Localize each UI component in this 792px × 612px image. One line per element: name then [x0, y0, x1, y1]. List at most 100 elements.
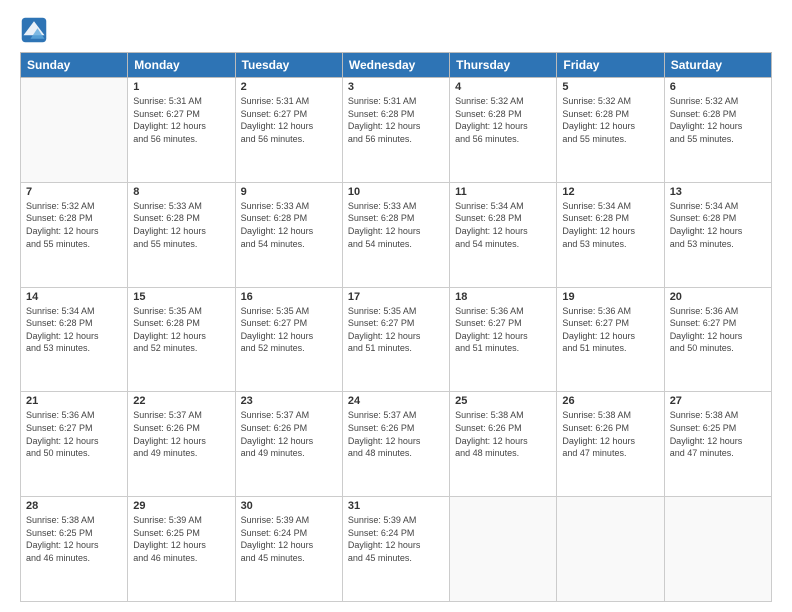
- col-header-saturday: Saturday: [664, 53, 771, 78]
- day-cell: 27 Sunrise: 5:38 AM Sunset: 6:25 PM Dayli…: [664, 392, 771, 497]
- day-info: Sunrise: 5:39 AM Sunset: 6:24 PM Dayligh…: [348, 514, 444, 564]
- day-cell: 6 Sunrise: 5:32 AM Sunset: 6:28 PM Daylig…: [664, 78, 771, 183]
- day-cell: 21Sunrise: 5:36 AM Sunset: 6:27 PM Dayli…: [21, 392, 128, 497]
- day-cell: 22Sunrise: 5:37 AM Sunset: 6:26 PM Dayli…: [128, 392, 235, 497]
- day-info: Sunrise: 5:34 AM Sunset: 6:28 PM Dayligh…: [670, 200, 766, 250]
- day-cell: [450, 497, 557, 602]
- day-info: Sunrise: 5:36 AM Sunset: 6:27 PM Dayligh…: [670, 305, 766, 355]
- day-number: 17: [348, 291, 444, 303]
- day-cell: 12 Sunrise: 5:34 AM Sunset: 6:28 PM Dayli…: [557, 182, 664, 287]
- col-header-thursday: Thursday: [450, 53, 557, 78]
- day-number: 30: [241, 500, 337, 512]
- col-header-wednesday: Wednesday: [342, 53, 449, 78]
- day-cell: 30 Sunrise: 5:39 AM Sunset: 6:24 PM Dayli…: [235, 497, 342, 602]
- day-cell: 19Sunrise: 5:36 AM Sunset: 6:27 PM Dayli…: [557, 287, 664, 392]
- day-cell: 28 Sunrise: 5:38 AM Sunset: 6:25 PM Dayli…: [21, 497, 128, 602]
- day-info: Sunrise: 5:31 AM Sunset: 6:28 PM Dayligh…: [348, 95, 444, 145]
- day-info: Sunrise: 5:38 AM Sunset: 6:26 PM Dayligh…: [562, 409, 658, 459]
- day-number: 7: [26, 186, 122, 198]
- day-number: 18: [455, 291, 551, 303]
- day-info: Sunrise: 5:36 AM Sunset: 6:27 PM Dayligh…: [455, 305, 551, 355]
- day-cell: 3 Sunrise: 5:31 AM Sunset: 6:28 PM Daylig…: [342, 78, 449, 183]
- col-header-friday: Friday: [557, 53, 664, 78]
- day-info: Sunrise: 5:34 AM Sunset: 6:28 PM Dayligh…: [26, 305, 122, 355]
- day-number: 4: [455, 81, 551, 93]
- day-number: 24: [348, 395, 444, 407]
- day-number: 27: [670, 395, 766, 407]
- day-number: 20: [670, 291, 766, 303]
- day-number: 23: [241, 395, 337, 407]
- day-info: Sunrise: 5:39 AM Sunset: 6:25 PM Dayligh…: [133, 514, 229, 564]
- day-info: Sunrise: 5:38 AM Sunset: 6:25 PM Dayligh…: [670, 409, 766, 459]
- day-info: Sunrise: 5:33 AM Sunset: 6:28 PM Dayligh…: [133, 200, 229, 250]
- day-cell: 26Sunrise: 5:38 AM Sunset: 6:26 PM Dayli…: [557, 392, 664, 497]
- day-cell: 1Sunrise: 5:31 AM Sunset: 6:27 PM Daylig…: [128, 78, 235, 183]
- day-cell: [557, 497, 664, 602]
- day-cell: 17 Sunrise: 5:35 AM Sunset: 6:27 PM Dayli…: [342, 287, 449, 392]
- day-cell: 10 Sunrise: 5:33 AM Sunset: 6:28 PM Dayli…: [342, 182, 449, 287]
- day-cell: 20 Sunrise: 5:36 AM Sunset: 6:27 PM Dayli…: [664, 287, 771, 392]
- day-number: 15: [133, 291, 229, 303]
- day-cell: 4Sunrise: 5:32 AM Sunset: 6:28 PM Daylig…: [450, 78, 557, 183]
- day-number: 2: [241, 81, 337, 93]
- day-cell: 14 Sunrise: 5:34 AM Sunset: 6:28 PM Dayli…: [21, 287, 128, 392]
- day-cell: 29 Sunrise: 5:39 AM Sunset: 6:25 PM Dayli…: [128, 497, 235, 602]
- day-info: Sunrise: 5:32 AM Sunset: 6:28 PM Dayligh…: [562, 95, 658, 145]
- day-info: Sunrise: 5:37 AM Sunset: 6:26 PM Dayligh…: [133, 409, 229, 459]
- day-number: 3: [348, 81, 444, 93]
- day-number: 31: [348, 500, 444, 512]
- day-number: 12: [562, 186, 658, 198]
- day-number: 8: [133, 186, 229, 198]
- day-cell: 9 Sunrise: 5:33 AM Sunset: 6:28 PM Daylig…: [235, 182, 342, 287]
- day-cell: 13 Sunrise: 5:34 AM Sunset: 6:28 PM Dayli…: [664, 182, 771, 287]
- week-row-5: 28 Sunrise: 5:38 AM Sunset: 6:25 PM Dayli…: [21, 497, 772, 602]
- day-number: 29: [133, 500, 229, 512]
- day-cell: 5 Sunrise: 5:32 AM Sunset: 6:28 PM Daylig…: [557, 78, 664, 183]
- day-cell: 25Sunrise: 5:38 AM Sunset: 6:26 PM Dayli…: [450, 392, 557, 497]
- day-info: Sunrise: 5:35 AM Sunset: 6:27 PM Dayligh…: [348, 305, 444, 355]
- calendar: SundayMondayTuesdayWednesdayThursdayFrid…: [20, 52, 772, 602]
- day-info: Sunrise: 5:31 AM Sunset: 6:27 PM Dayligh…: [241, 95, 337, 145]
- day-number: 10: [348, 186, 444, 198]
- day-cell: 24 Sunrise: 5:37 AM Sunset: 6:26 PM Dayli…: [342, 392, 449, 497]
- day-cell: 31 Sunrise: 5:39 AM Sunset: 6:24 PM Dayli…: [342, 497, 449, 602]
- week-row-4: 21Sunrise: 5:36 AM Sunset: 6:27 PM Dayli…: [21, 392, 772, 497]
- day-info: Sunrise: 5:35 AM Sunset: 6:27 PM Dayligh…: [241, 305, 337, 355]
- day-cell: [21, 78, 128, 183]
- day-number: 6: [670, 81, 766, 93]
- day-info: Sunrise: 5:34 AM Sunset: 6:28 PM Dayligh…: [562, 200, 658, 250]
- day-number: 21: [26, 395, 122, 407]
- day-info: Sunrise: 5:32 AM Sunset: 6:28 PM Dayligh…: [670, 95, 766, 145]
- day-cell: 16 Sunrise: 5:35 AM Sunset: 6:27 PM Dayli…: [235, 287, 342, 392]
- day-info: Sunrise: 5:35 AM Sunset: 6:28 PM Dayligh…: [133, 305, 229, 355]
- col-header-monday: Monday: [128, 53, 235, 78]
- day-cell: 23Sunrise: 5:37 AM Sunset: 6:26 PM Dayli…: [235, 392, 342, 497]
- day-info: Sunrise: 5:34 AM Sunset: 6:28 PM Dayligh…: [455, 200, 551, 250]
- day-number: 14: [26, 291, 122, 303]
- week-row-2: 7 Sunrise: 5:32 AM Sunset: 6:28 PM Daylig…: [21, 182, 772, 287]
- day-number: 28: [26, 500, 122, 512]
- day-info: Sunrise: 5:31 AM Sunset: 6:27 PM Dayligh…: [133, 95, 229, 145]
- day-number: 5: [562, 81, 658, 93]
- day-number: 13: [670, 186, 766, 198]
- day-number: 25: [455, 395, 551, 407]
- header-row: SundayMondayTuesdayWednesdayThursdayFrid…: [21, 53, 772, 78]
- day-info: Sunrise: 5:33 AM Sunset: 6:28 PM Dayligh…: [241, 200, 337, 250]
- day-cell: 15 Sunrise: 5:35 AM Sunset: 6:28 PM Dayli…: [128, 287, 235, 392]
- week-row-1: 1Sunrise: 5:31 AM Sunset: 6:27 PM Daylig…: [21, 78, 772, 183]
- day-number: 9: [241, 186, 337, 198]
- day-info: Sunrise: 5:39 AM Sunset: 6:24 PM Dayligh…: [241, 514, 337, 564]
- day-number: 19: [562, 291, 658, 303]
- page: SundayMondayTuesdayWednesdayThursdayFrid…: [0, 0, 792, 612]
- day-info: Sunrise: 5:33 AM Sunset: 6:28 PM Dayligh…: [348, 200, 444, 250]
- day-cell: 18 Sunrise: 5:36 AM Sunset: 6:27 PM Dayli…: [450, 287, 557, 392]
- day-info: Sunrise: 5:38 AM Sunset: 6:25 PM Dayligh…: [26, 514, 122, 564]
- day-cell: 2 Sunrise: 5:31 AM Sunset: 6:27 PM Daylig…: [235, 78, 342, 183]
- col-header-tuesday: Tuesday: [235, 53, 342, 78]
- logo: [20, 16, 52, 44]
- header: [20, 16, 772, 44]
- day-info: Sunrise: 5:37 AM Sunset: 6:26 PM Dayligh…: [348, 409, 444, 459]
- day-info: Sunrise: 5:32 AM Sunset: 6:28 PM Dayligh…: [26, 200, 122, 250]
- day-number: 16: [241, 291, 337, 303]
- day-cell: 7 Sunrise: 5:32 AM Sunset: 6:28 PM Daylig…: [21, 182, 128, 287]
